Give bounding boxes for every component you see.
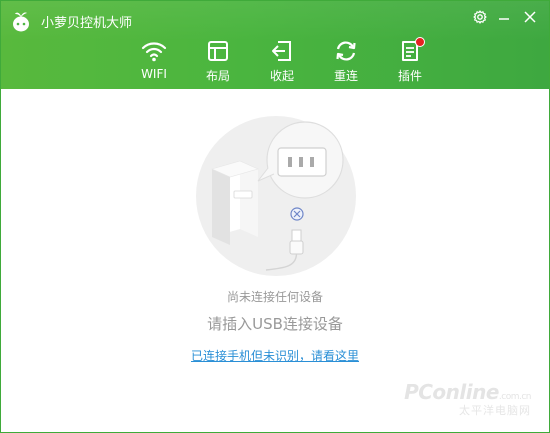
app-window: 小萝贝控机大师 WIFI 布局 收起 重连 插件 尚未连接任何设备 请插入USB… bbox=[0, 0, 550, 433]
toolbar-reconnect-button[interactable]: 重连 bbox=[321, 37, 371, 87]
layout-icon bbox=[208, 41, 228, 61]
watermark-brand: PConline bbox=[404, 380, 499, 404]
watermark-brand-line: PConline.com.cn bbox=[404, 380, 531, 404]
toolbar-layout-button[interactable]: 布局 bbox=[193, 37, 243, 87]
gear-icon bbox=[473, 10, 487, 24]
reconnect-icon bbox=[336, 41, 356, 61]
settings-button[interactable] bbox=[469, 7, 491, 27]
main-content: 尚未连接任何设备 请插入USB连接设备 已连接手机但未识别，请看这里 PConl… bbox=[1, 89, 549, 432]
toolbar: WIFI 布局 收起 重连 插件 bbox=[1, 37, 549, 87]
toolbar-plugin-button[interactable]: 插件 bbox=[385, 37, 435, 87]
close-icon bbox=[524, 11, 536, 23]
no-device-text: 尚未连接任何设备 bbox=[226, 290, 323, 304]
toolbar-layout-label: 布局 bbox=[205, 69, 230, 83]
watermark-domain: .com.cn bbox=[498, 392, 532, 402]
usb-connect-illustration bbox=[196, 116, 356, 276]
watermark-subtitle: 太平洋电脑网 bbox=[459, 404, 531, 417]
phone-usb-illustration-icon bbox=[196, 116, 356, 276]
collapse-icon bbox=[272, 41, 291, 61]
close-button[interactable] bbox=[519, 7, 541, 27]
plugin-notification-badge bbox=[415, 37, 425, 47]
header-bar: 小萝贝控机大师 WIFI 布局 收起 重连 插件 bbox=[1, 1, 549, 89]
help-link-container: 已连接手机但未识别，请看这里 bbox=[1, 345, 549, 364]
minimize-button[interactable] bbox=[493, 7, 515, 27]
toolbar-wifi-label: WIFI bbox=[141, 67, 167, 81]
minimize-icon bbox=[499, 18, 509, 20]
toolbar-reconnect-label: 重连 bbox=[333, 69, 358, 83]
pconline-watermark: PConline.com.cn 太平洋电脑网 bbox=[404, 380, 531, 418]
wifi-icon bbox=[141, 42, 167, 62]
app-logo bbox=[11, 10, 31, 32]
toolbar-plugin-label: 插件 bbox=[397, 69, 422, 83]
toolbar-collapse-button[interactable]: 收起 bbox=[257, 37, 307, 87]
toolbar-wifi-button[interactable]: WIFI bbox=[129, 37, 179, 87]
insert-usb-instruction: 请插入USB连接设备 bbox=[207, 315, 343, 333]
unrecognized-device-help-link[interactable]: 已连接手机但未识别，请看这里 bbox=[191, 349, 359, 363]
radish-logo-icon bbox=[13, 12, 29, 32]
app-title: 小萝贝控机大师 bbox=[41, 16, 133, 31]
toolbar-collapse-label: 收起 bbox=[269, 69, 294, 83]
